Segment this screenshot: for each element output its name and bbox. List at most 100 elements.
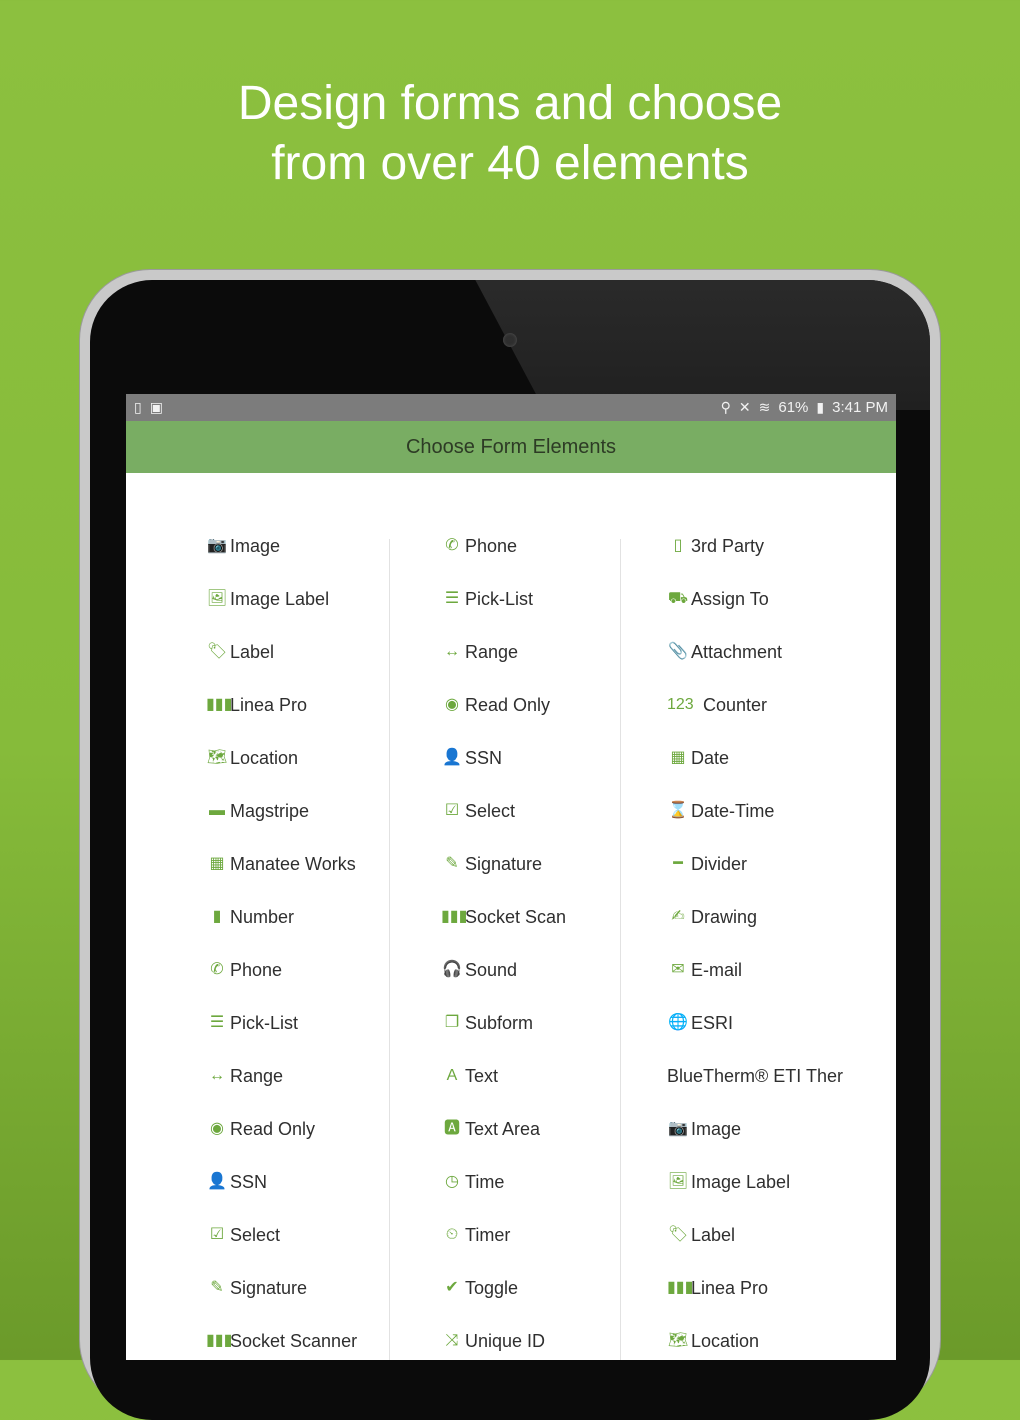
form-element-image-label[interactable]: 🖼 Image Label <box>206 588 357 641</box>
form-element-range[interactable]: ↔ Range <box>441 641 566 694</box>
battery-level: 61% <box>778 399 809 416</box>
eye-icon: ◉ <box>210 1120 224 1137</box>
form-element-subform[interactable]: ❐ Subform <box>441 1012 566 1065</box>
form-element-esri[interactable]: 🌐 ESRI <box>667 1012 843 1065</box>
form-element-time[interactable]: ◷ Time <box>441 1171 566 1224</box>
form-element-label: Subform <box>465 1013 534 1033</box>
form-element-location[interactable]: 🗺 Location <box>667 1330 843 1360</box>
bar-chart-icon: ▮ <box>212 908 222 925</box>
form-element-attachment[interactable]: 📎 Attachment <box>667 641 843 694</box>
form-element-label: Select <box>230 1225 281 1245</box>
form-element-pick-list[interactable]: ☰ Pick-List <box>441 588 566 641</box>
form-element-phone[interactable]: ✆ Phone <box>441 535 566 588</box>
form-element-unique-id[interactable]: ⤨ Unique ID <box>441 1330 566 1360</box>
user-icon: 👤 <box>442 749 462 766</box>
eye-icon: ◉ <box>445 696 459 713</box>
form-element-label: Time <box>465 1172 505 1192</box>
form-element-ssn[interactable]: 👤 SSN <box>441 747 566 800</box>
form-element-image[interactable]: 📷 Image <box>206 535 357 588</box>
form-element-label: Phone <box>230 960 283 980</box>
form-element-3rd-party[interactable]: ▯ 3rd Party <box>667 535 843 588</box>
user-icon: 👤 <box>207 1173 227 1190</box>
form-element-label: SSN <box>230 1172 268 1192</box>
form-element-linea-pro[interactable]: ▮▮▮ Linea Pro <box>667 1277 843 1330</box>
form-element-label: Range <box>230 1066 284 1086</box>
app-screen: ▯ ▣ ⚲ ✕ ≋ 61% ▮ 3:41 PM Choose Form Elem… <box>126 394 896 1360</box>
bezel-glare <box>470 280 930 410</box>
app-bar: Choose Form Elements <box>126 421 896 473</box>
form-element-drawing[interactable]: ✍ Drawing <box>667 906 843 959</box>
form-element-label: Signature <box>230 1278 308 1298</box>
form-element-select[interactable]: ☑ Select <box>441 800 566 853</box>
form-element-label: Label <box>230 642 275 662</box>
form-element-text[interactable]: A Text <box>441 1065 566 1118</box>
form-element-sound[interactable]: 🎧 Sound <box>441 959 566 1012</box>
form-element-label: Signature <box>465 854 543 874</box>
form-element-signature[interactable]: ✎ Signature <box>441 853 566 906</box>
pen-icon: ✎ <box>210 1279 224 1296</box>
form-element-location[interactable]: 🗺 Location <box>206 747 357 800</box>
headline: Design forms and choose from over 40 ele… <box>0 74 1020 194</box>
globe-icon: 🌐 <box>668 1014 688 1031</box>
list-icon: ☰ <box>209 1014 225 1031</box>
camera-icon <box>503 333 517 347</box>
form-element-bluetherm-eti-ther[interactable]: BlueTherm® ETI Ther <box>667 1065 843 1118</box>
form-element-pick-list[interactable]: ☰ Pick-List <box>206 1012 357 1065</box>
form-element-label[interactable]: 🏷 Label <box>667 1224 843 1277</box>
headphones-icon: 🎧 <box>442 961 462 978</box>
form-element-date[interactable]: ▦ Date <box>667 747 843 800</box>
form-element-label[interactable]: 🏷 Label <box>206 641 357 694</box>
form-element-linea-pro[interactable]: ▮▮▮ Linea Pro <box>206 694 357 747</box>
form-element-label: 3rd Party <box>691 536 765 556</box>
column-divider <box>620 539 621 1360</box>
form-element-timer[interactable]: ⏲ Timer <box>441 1224 566 1277</box>
form-element-toggle[interactable]: ✔ Toggle <box>441 1277 566 1330</box>
form-element-label: Phone <box>465 536 518 556</box>
form-element-label: Pick-List <box>465 589 534 609</box>
form-element-phone[interactable]: ✆ Phone <box>206 959 357 1012</box>
form-element-read-only[interactable]: ◉ Read Only <box>441 694 566 747</box>
form-element-manatee-works[interactable]: ▦ Manatee Works <box>206 853 357 906</box>
form-element-socket-scanner[interactable]: ▮▮▮ Socket Scanner <box>206 1330 357 1360</box>
form-element-label: Text <box>465 1066 499 1086</box>
form-element-label: Read Only <box>230 1119 316 1139</box>
form-element-label: Text Area <box>465 1119 541 1139</box>
form-element-assign-to[interactable]: ⛟ Assign To <box>667 588 843 641</box>
form-element-number[interactable]: ▮ Number <box>206 906 357 959</box>
form-element-signature[interactable]: ✎ Signature <box>206 1277 357 1330</box>
elements-column-3: ▯ 3rd Party ⛟ Assign To 📎 Attachment 123 Counte… <box>667 535 843 1360</box>
list-icon: ☰ <box>444 590 460 607</box>
form-element-e-mail[interactable]: ✉ E-mail <box>667 959 843 1012</box>
text-area-icon: 🅰 <box>443 1120 460 1137</box>
form-element-magstripe[interactable]: ▬ Magstripe <box>206 800 357 853</box>
form-element-select[interactable]: ☑ Select <box>206 1224 357 1277</box>
tag-icon: 🏷 <box>667 1226 689 1243</box>
headline-line-2: from over 40 elements <box>271 137 749 190</box>
clipboard-icon: ▣ <box>149 399 163 415</box>
arrows-horizontal-icon: ↔ <box>209 1067 225 1084</box>
form-element-date-time[interactable]: ⌛ Date-Time <box>667 800 843 853</box>
form-element-counter[interactable]: 123 Counter <box>667 694 843 747</box>
form-element-range[interactable]: ↔ Range <box>206 1065 357 1118</box>
form-element-label: E-mail <box>691 960 743 980</box>
form-element-image-label[interactable]: 🖼 Image Label <box>667 1171 843 1224</box>
form-element-label: Toggle <box>465 1278 519 1298</box>
form-element-divider[interactable]: ━ Divider <box>667 853 843 906</box>
edit-icon: ✍ <box>671 908 685 925</box>
battery-icon: ▮ <box>816 399 825 415</box>
location-icon: ⚲ <box>720 399 731 415</box>
form-element-ssn[interactable]: 👤 SSN <box>206 1171 357 1224</box>
form-element-label: Number <box>230 907 295 927</box>
form-element-read-only[interactable]: ◉ Read Only <box>206 1118 357 1171</box>
form-element-text-area[interactable]: 🅰 Text Area <box>441 1118 566 1171</box>
form-element-label: SSN <box>465 748 503 768</box>
font-icon: A <box>446 1067 458 1084</box>
form-element-label: Linea Pro <box>691 1278 769 1298</box>
form-element-socket-scan[interactable]: ▮▮▮ Socket Scan <box>441 906 566 959</box>
form-element-image[interactable]: 📷 Image <box>667 1118 843 1171</box>
form-element-label: Magstripe <box>230 801 310 821</box>
form-element-label: Timer <box>465 1225 511 1245</box>
counter-icon: 123 <box>667 696 694 713</box>
assign-icon: ⛟ <box>667 590 689 607</box>
form-element-label: Select <box>465 801 516 821</box>
